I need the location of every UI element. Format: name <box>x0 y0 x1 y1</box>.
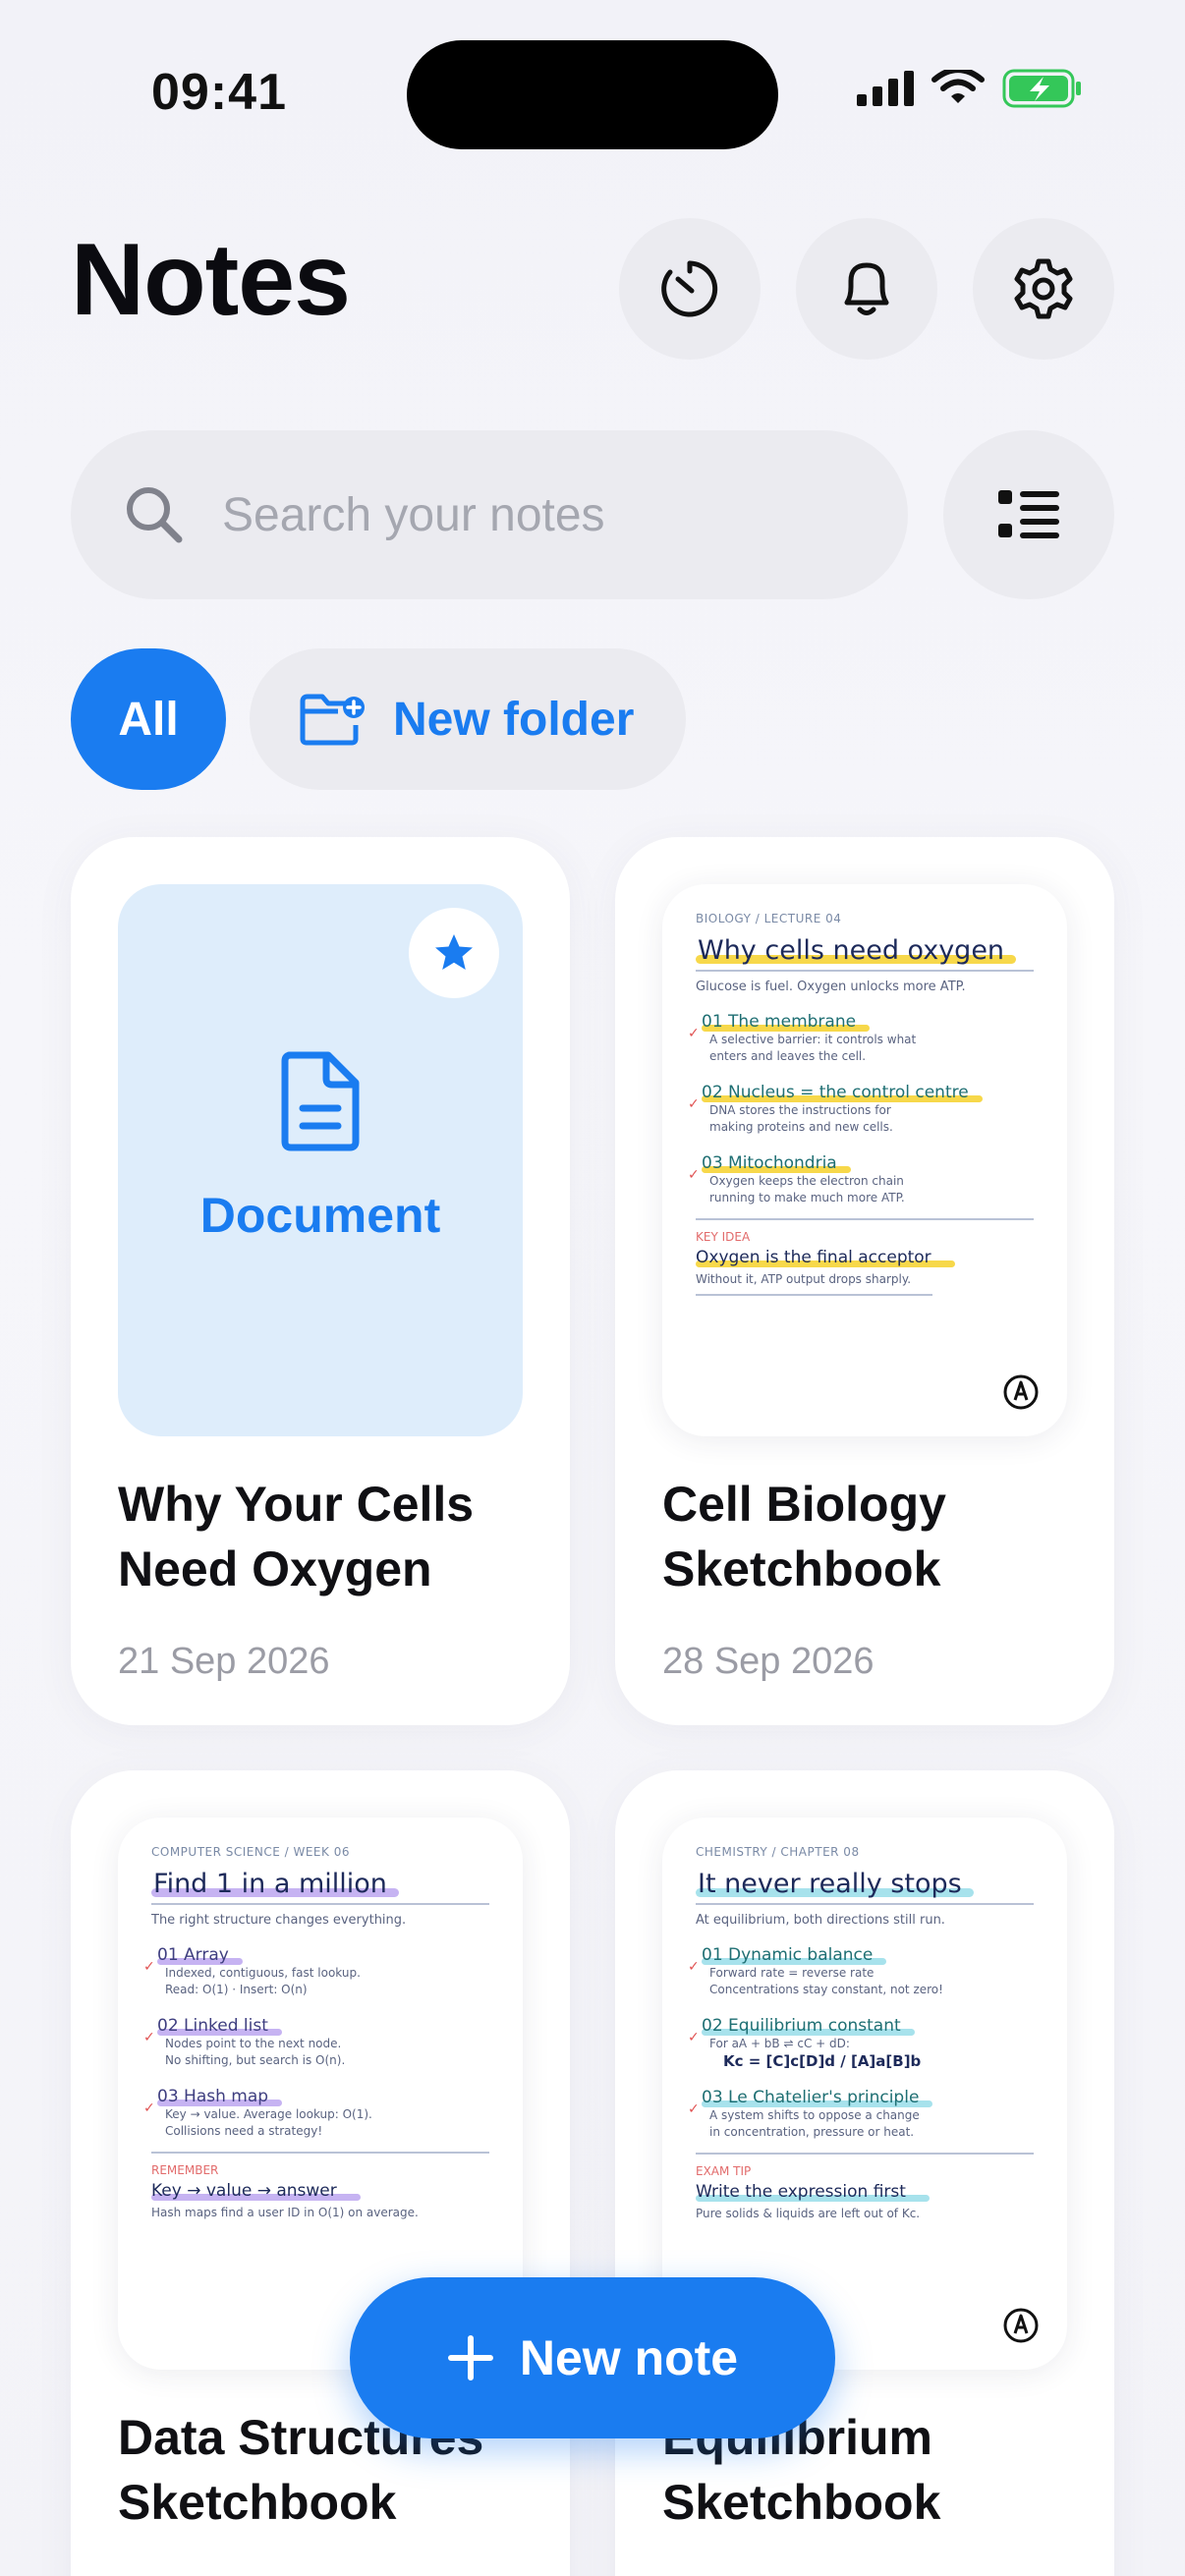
timer-button[interactable] <box>619 218 761 360</box>
sketch-item-heading: 03 Le Chatelier's principle <box>702 2088 920 2107</box>
dynamic-island <box>407 40 778 149</box>
sketch-item-text: Concentrations stay constant, not zero! <box>709 1983 943 1996</box>
sketch-item-text: Collisions need a strategy! <box>165 2124 323 2138</box>
search-input[interactable] <box>222 487 851 542</box>
new-note-label: New note <box>519 2330 739 2385</box>
note-card[interactable]: Document Why Your Cells Need Oxygen 21 S… <box>71 837 570 1725</box>
star-icon <box>435 934 473 970</box>
sketch-item-text: No shifting, but search is O(n). <box>165 2053 346 2067</box>
settings-button[interactable] <box>973 218 1114 360</box>
sketch-key-heading: Key → value → answer <box>151 2181 337 2201</box>
sketch-item-heading: 03 Mitochondria <box>702 1153 837 1173</box>
sketch-item-heading: 02 Equilibrium constant <box>702 2016 901 2036</box>
sketch-item-text: A system shifts to oppose a change <box>709 2108 920 2122</box>
sketch-item-text: For aA + bB ⇌ cC + dD: <box>709 2037 850 2050</box>
sketch-item: ✓ 02 Equilibrium constant For aA + bB ⇌ … <box>688 2016 1034 2070</box>
notifications-button[interactable] <box>796 218 937 360</box>
pen-icon <box>1003 1374 1039 1410</box>
search-bar[interactable] <box>71 430 908 599</box>
sketch-key-text: Pure solids & liquids are left out of Kc… <box>696 2207 921 2220</box>
sketch-item-text: DNA stores the instructions for <box>709 1103 891 1117</box>
sketch-item-heading: 03 Hash map <box>157 2087 269 2106</box>
sketch-key-label: REMEMBER <box>151 2163 219 2177</box>
filter-all-chip[interactable]: All <box>71 648 226 790</box>
sketch-item-text: A selective barrier: it controls what <box>709 1033 917 1046</box>
note-date: 21 Sep 2026 <box>118 1641 330 1682</box>
sketch-crumb: CHEMISTRY / CHAPTER 08 <box>696 1845 860 1859</box>
sketch-crumb: BIOLOGY / LECTURE 04 <box>696 912 842 925</box>
sketch-heading: It never really stops <box>698 1869 962 1899</box>
sketch-item: ✓ 02 Nucleus = the control centre DNA st… <box>688 1083 1034 1136</box>
sketch-item-text: Oxygen keeps the electron chain <box>709 1174 904 1188</box>
status-time: 09:41 <box>151 64 287 121</box>
sketch-item: ✓ 01 The membrane A selective barrier: i… <box>688 1012 1034 1065</box>
timer-icon <box>661 260 718 317</box>
sketch-item-text: Nodes point to the next node. <box>165 2037 342 2050</box>
favorite-badge[interactable] <box>409 908 499 998</box>
sketch-subtitle: The right structure changes everything. <box>151 1913 407 1928</box>
sketch-subtitle: At equilibrium, both directions still ru… <box>696 1913 945 1928</box>
folder-plus-icon <box>300 694 365 746</box>
sketch-item-text: making proteins and new cells. <box>709 1120 893 1134</box>
wifi-icon <box>931 70 985 103</box>
gear-icon <box>1014 258 1073 319</box>
sketch-item: ✓ 01 Dynamic balance Forward rate = reve… <box>688 1945 1034 1998</box>
new-folder-button[interactable]: New folder <box>250 648 686 790</box>
sketch-subtitle: Glucose is fuel. Oxygen unlocks more ATP… <box>696 980 966 994</box>
sketch-item: ✓ 01 Array Indexed, contiguous, fast loo… <box>143 1945 489 1998</box>
sketch-item-text: Key → value. Average lookup: O(1). <box>165 2107 372 2121</box>
note-type-label: Document <box>199 1188 441 1243</box>
signal-icon <box>857 71 914 106</box>
note-title: Why Your Cells Need Oxygen <box>118 1477 475 1596</box>
new-note-button[interactable]: New note <box>350 2277 835 2438</box>
sketch-item: ✓ 03 Mitochondria Oxygen keeps the elect… <box>688 1153 1034 1206</box>
sketch-item-text: enters and leaves the cell. <box>709 1049 867 1063</box>
note-card[interactable]: COMPUTER SCIENCE / WEEK 06 Find 1 in a m… <box>71 1770 570 2576</box>
list-view-button[interactable] <box>943 430 1114 599</box>
battery-charging-icon <box>1002 69 1081 108</box>
sketch-item-heading: 01 The membrane <box>702 1012 857 1032</box>
sketch-item-heading: 02 Nucleus = the control centre <box>702 1083 969 1102</box>
sketch-key-text: Without it, ATP output drops sharply. <box>696 1272 912 1286</box>
sketch-item-text: Forward rate = reverse rate <box>709 1966 875 1980</box>
sketch-item: ✓ 03 Hash map Key → value. Average looku… <box>143 2087 489 2140</box>
note-thumbnail: Document <box>118 884 523 1436</box>
sketch-key-text: Hash maps find a user ID in O(1) on aver… <box>151 2206 419 2219</box>
search-icon <box>127 487 183 543</box>
note-card[interactable]: BIOLOGY / LECTURE 04 Why cells need oxyg… <box>615 837 1114 1725</box>
sketch-heading: Why cells need oxygen <box>698 935 1005 966</box>
sketch-key-label: EXAM TIP <box>696 2164 752 2178</box>
document-icon <box>281 1051 360 1151</box>
status-bar: 09:41 <box>0 0 1185 187</box>
bell-icon <box>844 262 889 315</box>
sketch-key-heading: Oxygen is the final acceptor <box>696 1248 931 1267</box>
sketch-key-heading: Write the expression first <box>696 2182 906 2202</box>
sketch-crumb: COMPUTER SCIENCE / WEEK 06 <box>151 1845 350 1859</box>
sketch-item-text: Read: O(1) · Insert: O(n) <box>165 1983 308 1996</box>
sketch-item-text: running to make much more ATP. <box>709 1191 905 1204</box>
note-title: Cell Biology Sketchbook <box>662 1477 946 1596</box>
sketch-item: ✓ 02 Linked list Nodes point to the next… <box>143 2016 489 2069</box>
page-title: Notes <box>71 223 351 337</box>
sketch-item-heading: 01 Dynamic balance <box>702 1945 874 1965</box>
note-card[interactable]: CHEMISTRY / CHAPTER 08 It never really s… <box>615 1770 1114 2576</box>
note-thumbnail: BIOLOGY / LECTURE 04 Why cells need oxyg… <box>662 884 1067 1436</box>
plus-icon <box>447 2335 493 2380</box>
sketch-formula: Kc = [C]c[D]d / [A]a[B]b <box>723 2052 922 2070</box>
pen-icon <box>1003 2308 1039 2343</box>
sketch-heading: Find 1 in a million <box>153 1869 387 1899</box>
sketch-item-text: Indexed, contiguous, fast lookup. <box>165 1966 361 1980</box>
list-view-icon <box>998 490 1059 538</box>
sketch-item-text: in concentration, pressure or heat. <box>709 2125 915 2139</box>
sketch-item-heading: 02 Linked list <box>157 2016 268 2036</box>
sketch-item: ✓ 03 Le Chatelier's principle A system s… <box>688 2088 1034 2141</box>
status-icons <box>857 69 1083 108</box>
note-date: 28 Sep 2026 <box>662 1641 875 1682</box>
sketch-item-heading: 01 Array <box>157 1945 229 1965</box>
sketch-key-label: KEY IDEA <box>696 1230 751 1244</box>
new-folder-label: New folder <box>393 693 635 746</box>
